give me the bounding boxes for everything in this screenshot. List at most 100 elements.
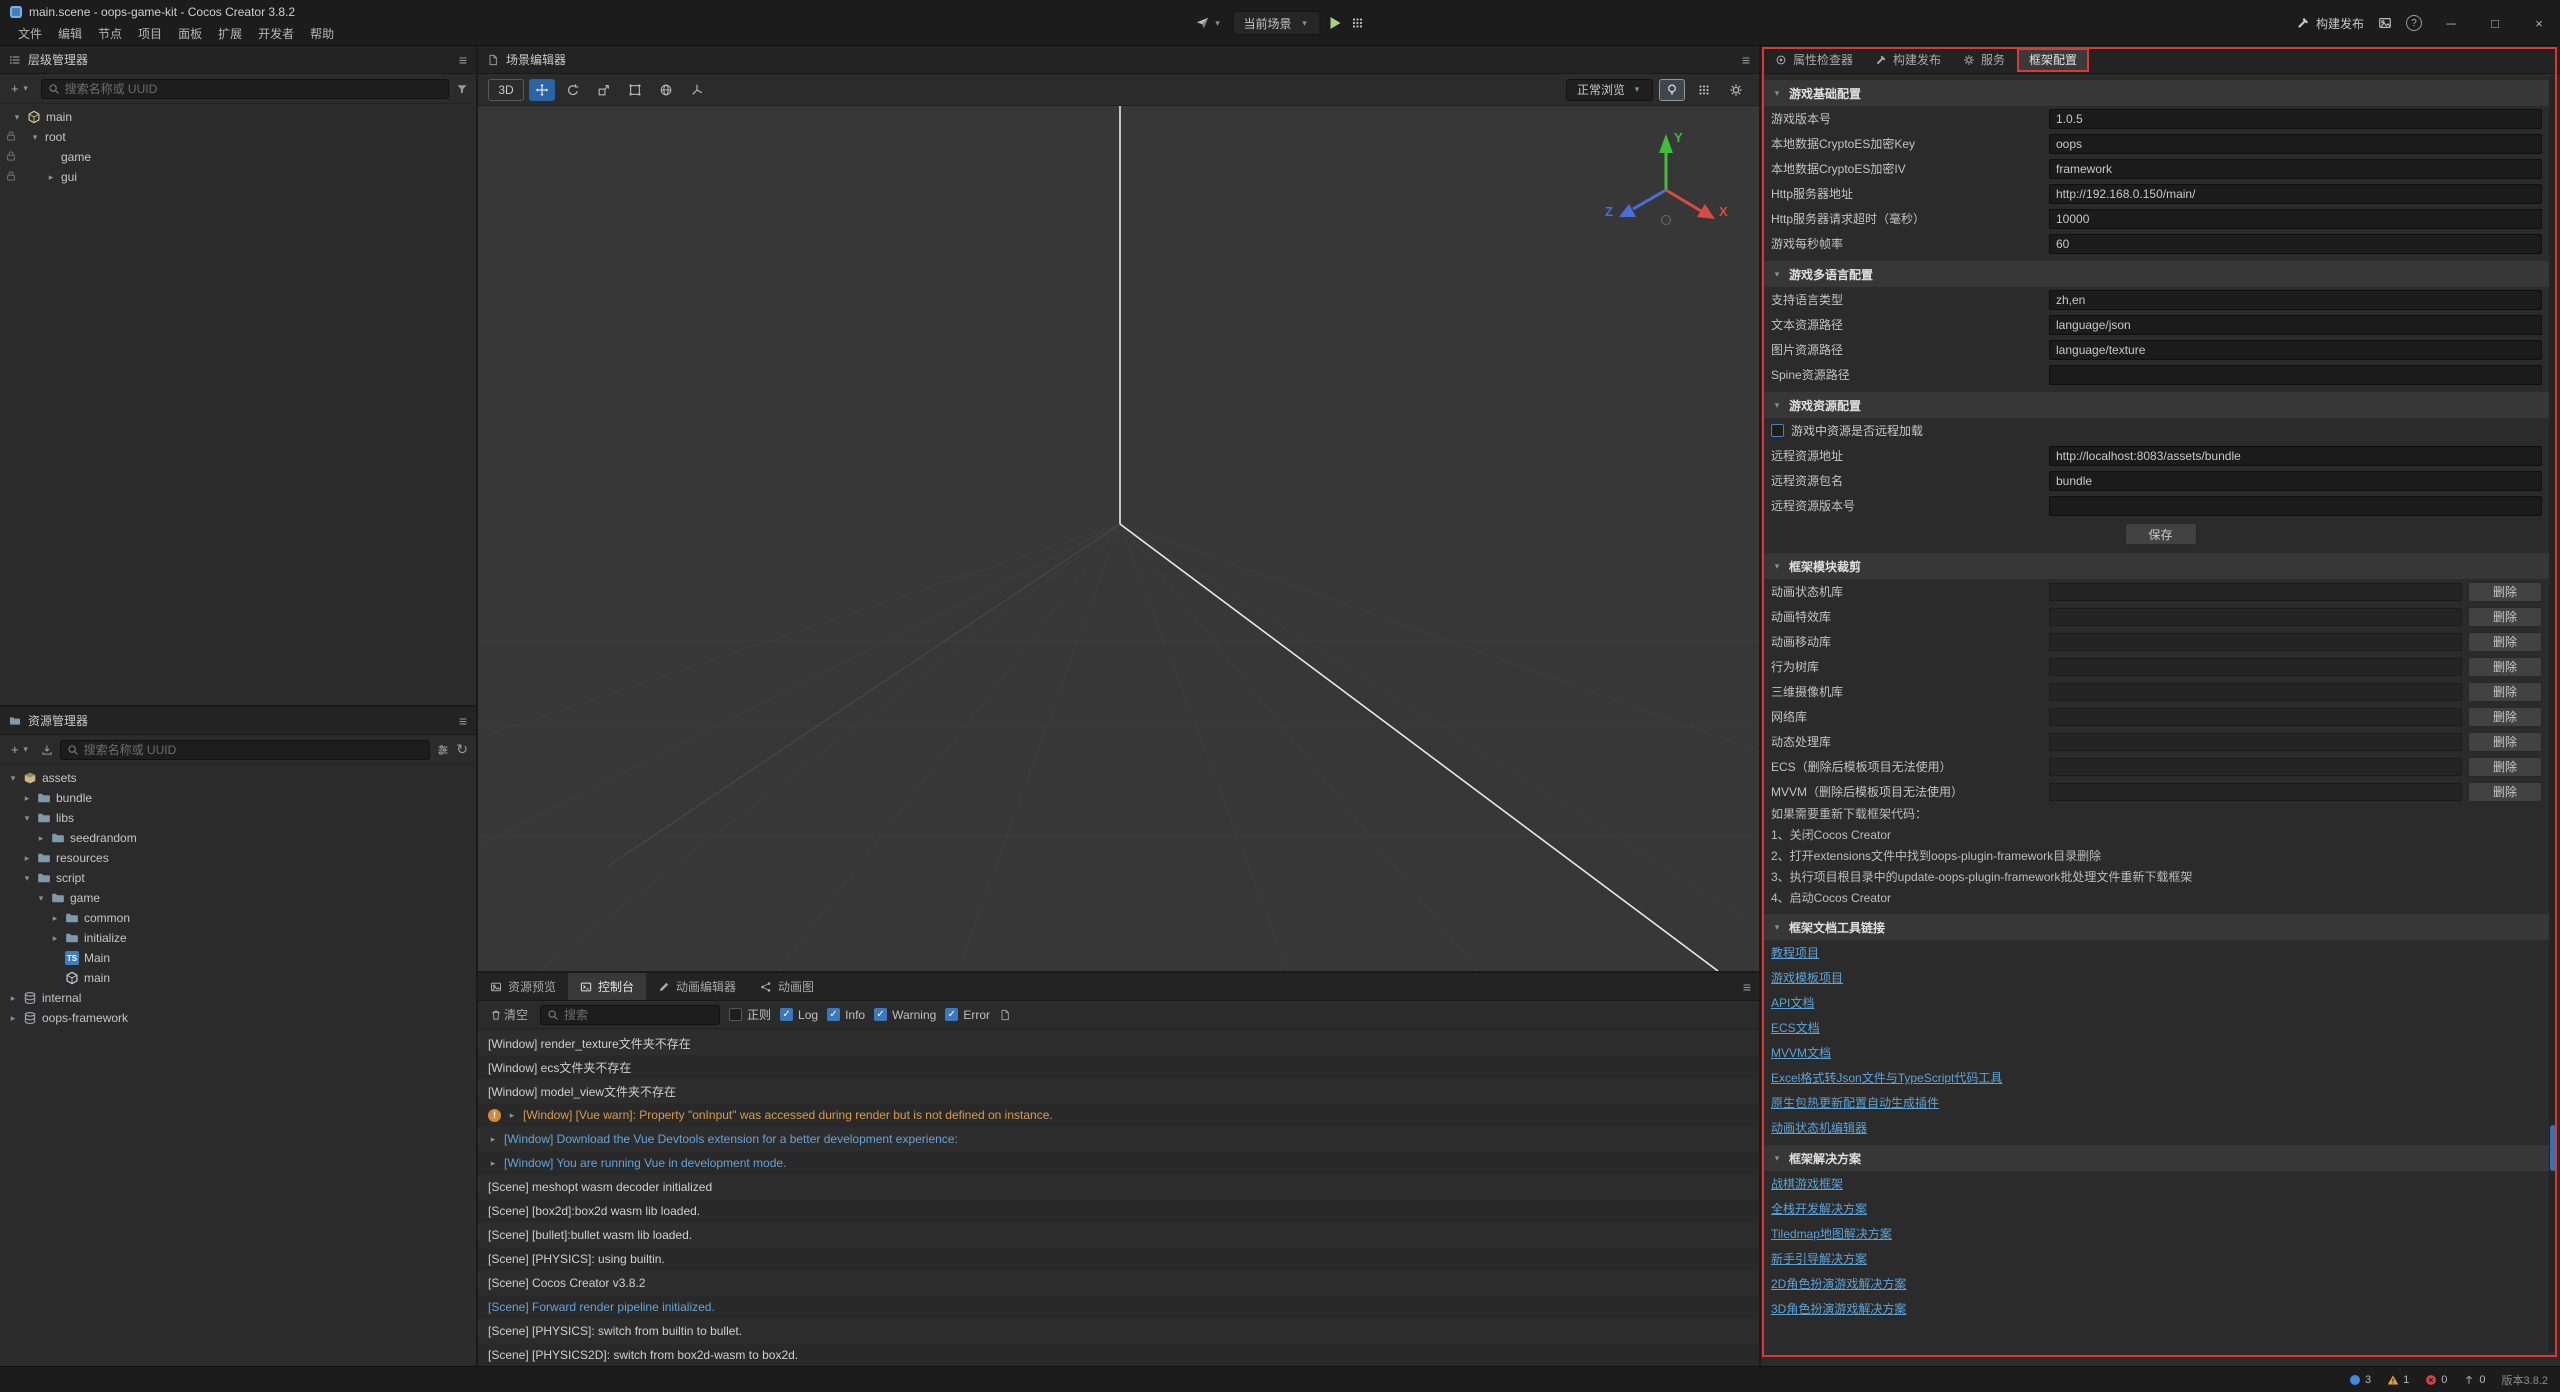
help-icon[interactable]: ?	[2406, 15, 2422, 31]
create-asset-button[interactable]: +▾	[8, 742, 34, 757]
lock-icon[interactable]	[5, 170, 17, 182]
tab-framework-config[interactable]: 框架配置	[2017, 48, 2089, 72]
lock-icon[interactable]	[5, 130, 17, 142]
tree-node-common[interactable]: ▸ common	[0, 908, 476, 928]
menu-panel[interactable]: 面板	[170, 25, 210, 42]
play-button[interactable]	[1331, 17, 1341, 29]
collapse-icon[interactable]: ▸	[36, 833, 46, 844]
filter-warning-checkbox[interactable]	[874, 1008, 887, 1021]
section-game-basic-config[interactable]: ▾游戏基础配置	[1764, 80, 2557, 106]
image-path-input[interactable]	[2049, 340, 2542, 360]
info-counter[interactable]: 3	[2349, 1374, 2371, 1386]
assets-search-input[interactable]	[84, 743, 424, 757]
expand-icon[interactable]: ▾	[22, 813, 32, 824]
coordinate-mode-icon[interactable]	[684, 79, 710, 101]
menu-help[interactable]: 帮助	[302, 25, 342, 42]
scale-tool-icon[interactable]	[591, 79, 617, 101]
link-2drpg-solution[interactable]: 2D角色扮演游戏解决方案	[1771, 1275, 1906, 1292]
delete-camera-button[interactable]: 删除	[2468, 682, 2542, 702]
menu-file[interactable]: 文件	[10, 25, 50, 42]
warning-counter[interactable]: 1	[2387, 1374, 2409, 1386]
crypto-iv-input[interactable]	[2049, 159, 2542, 179]
tree-node-resources[interactable]: ▸ resources	[0, 848, 476, 868]
scene-light-toggle-icon[interactable]	[1659, 79, 1685, 101]
export-log-icon[interactable]	[999, 1009, 1011, 1021]
assets-sort-icon[interactable]	[437, 744, 449, 756]
link-hotupdate-plugin[interactable]: 原生包热更新配置自动生成插件	[1771, 1094, 1939, 1111]
tab-asset-preview[interactable]: 资源预览	[478, 973, 568, 1000]
spine-path-input[interactable]	[2049, 365, 2542, 385]
expand-log-icon[interactable]: ▸	[507, 1110, 517, 1121]
expand-log-icon[interactable]: ▸	[488, 1158, 498, 1169]
tab-console[interactable]: 控制台	[568, 973, 646, 1000]
minimize-button[interactable]: ─	[2436, 0, 2466, 46]
link-tutorial-project[interactable]: 教程项目	[1771, 944, 1819, 961]
log-row[interactable]: [Window] render_texture文件夹不存在	[478, 1031, 1759, 1055]
log-row[interactable]: [Scene] [PHYSICS]: using builtin.	[478, 1247, 1759, 1271]
expand-icon[interactable]: ▾	[8, 773, 18, 784]
preview-settings-icon[interactable]	[1351, 16, 1365, 30]
log-row[interactable]: [Window] model_view文件夹不存在	[478, 1079, 1759, 1103]
scene-menu-icon[interactable]: ≡	[1742, 52, 1750, 68]
view-mode-dropdown[interactable]: 正常浏览 ▾	[1566, 79, 1653, 101]
scene-viewport[interactable]: Y X Z	[478, 106, 1759, 971]
text-path-input[interactable]	[2049, 315, 2542, 335]
menu-project[interactable]: 项目	[130, 25, 170, 42]
upload-counter[interactable]: 0	[2463, 1374, 2485, 1386]
delete-move-button[interactable]: 删除	[2468, 632, 2542, 652]
import-asset-icon[interactable]	[41, 744, 53, 756]
http-timeout-input[interactable]	[2049, 209, 2542, 229]
tree-node-internal[interactable]: ▸ internal	[0, 988, 476, 1008]
gizmo-visibility-icon[interactable]	[1691, 79, 1717, 101]
section-solutions[interactable]: ▾框架解决方案	[1764, 1145, 2557, 1171]
filter-info-checkbox[interactable]	[827, 1008, 840, 1021]
link-api-docs[interactable]: API文档	[1771, 994, 1814, 1011]
log-row[interactable]: [Scene] [PHYSICS]: switch from builtin t…	[478, 1319, 1759, 1343]
collapse-icon[interactable]: ▸	[8, 1013, 18, 1024]
remote-bundle-input[interactable]	[2049, 471, 2542, 491]
collapse-icon[interactable]: ▸	[50, 913, 60, 924]
link-3drpg-solution[interactable]: 3D角色扮演游戏解决方案	[1771, 1300, 1906, 1317]
tree-node-main-scene[interactable]: main	[0, 968, 476, 988]
tree-node-script[interactable]: ▾ script	[0, 868, 476, 888]
collapse-icon[interactable]: ▸	[50, 933, 60, 944]
preview-target-dropdown[interactable]: ▾	[1195, 16, 1222, 30]
link-ecs-docs[interactable]: ECS文档	[1771, 1019, 1820, 1036]
console-search-input[interactable]	[564, 1008, 713, 1022]
console-menu-icon[interactable]: ≡	[1743, 979, 1759, 995]
expand-icon[interactable]: ▾	[12, 112, 22, 123]
link-excel-tool[interactable]: Excel格式转Json文件与TypeScript代码工具	[1771, 1069, 2002, 1086]
maximize-button[interactable]: □	[2480, 0, 2510, 46]
rect-tool-icon[interactable]	[622, 79, 648, 101]
log-row-info[interactable]: [Scene] Forward render pipeline initiali…	[478, 1295, 1759, 1319]
delete-queue-button[interactable]: 删除	[2468, 732, 2542, 752]
filter-log-checkbox[interactable]	[780, 1008, 793, 1021]
tab-property-inspector[interactable]: 属性检查器	[1765, 48, 1863, 72]
tree-node-game-folder[interactable]: ▾ game	[0, 888, 476, 908]
regex-checkbox[interactable]	[729, 1008, 742, 1021]
tab-build-publish[interactable]: 构建发布	[1865, 48, 1951, 72]
link-tiledmap-solution[interactable]: Tiledmap地图解决方案	[1771, 1225, 1892, 1242]
tree-node-bundle[interactable]: ▸ bundle	[0, 788, 476, 808]
link-fullstack-solution[interactable]: 全栈开发解决方案	[1771, 1200, 1867, 1217]
screenshot-icon[interactable]	[2378, 16, 2392, 30]
expand-icon[interactable]: ▾	[22, 873, 32, 884]
link-template-project[interactable]: 游戏模板项目	[1771, 969, 1843, 986]
log-row-info[interactable]: ▸[Window] You are running Vue in develop…	[478, 1151, 1759, 1175]
tree-node-gui[interactable]: ▸ gui	[0, 167, 476, 187]
delete-effect-button[interactable]: 删除	[2468, 607, 2542, 627]
tree-node-initialize[interactable]: ▸ initialize	[0, 928, 476, 948]
tree-node-main[interactable]: ▾ main	[0, 107, 476, 127]
clear-console-button[interactable]: 清空	[487, 1006, 531, 1023]
link-chess-framework[interactable]: 战棋游戏框架	[1771, 1175, 1843, 1192]
lock-icon[interactable]	[5, 150, 17, 162]
section-module-trim[interactable]: ▾框架模块裁剪	[1764, 553, 2557, 579]
delete-mvvm-button[interactable]: 删除	[2468, 782, 2542, 802]
menu-extension[interactable]: 扩展	[210, 25, 250, 42]
hierarchy-menu-icon[interactable]: ≡	[459, 52, 467, 68]
log-row[interactable]: [Scene] Cocos Creator v3.8.2	[478, 1271, 1759, 1295]
close-button[interactable]: ×	[2524, 0, 2554, 46]
collapse-icon[interactable]: ▸	[46, 172, 56, 183]
save-button[interactable]: 保存	[2125, 523, 2197, 545]
remote-version-input[interactable]	[2049, 496, 2542, 516]
